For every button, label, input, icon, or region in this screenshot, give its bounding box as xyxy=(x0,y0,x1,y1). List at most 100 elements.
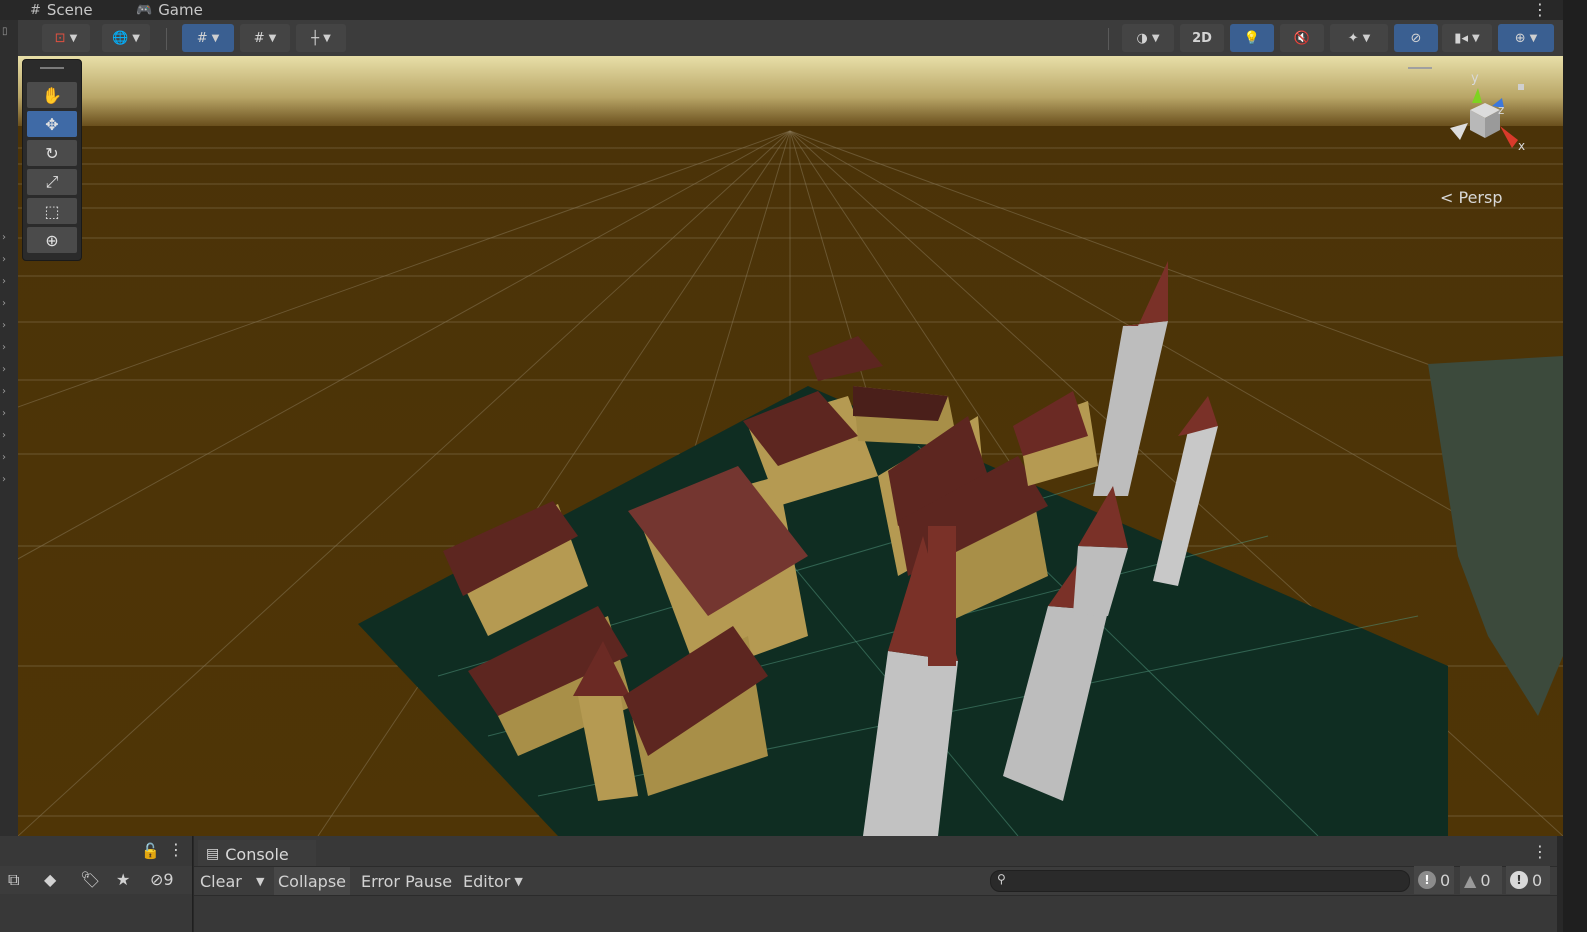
gizmos-dropdown[interactable]: ⊕ ▼ xyxy=(1498,24,1554,52)
scene-viewport[interactable] xyxy=(18,56,1563,836)
hidden-objects-toggle[interactable]: ⊘ xyxy=(1394,24,1438,52)
tab-scene[interactable]: # Scene xyxy=(30,0,93,20)
info-icon: ! xyxy=(1418,871,1436,889)
left-bottom-panel: 🔓 ⋮ ⧉ ◆ 🏷 ★ ⊘ 9 xyxy=(0,836,193,932)
tab-game[interactable]: 🎮 Game xyxy=(136,0,203,20)
expand-arrow-icon[interactable]: › xyxy=(2,320,6,331)
hand-tool-button[interactable]: ✋ xyxy=(27,82,77,108)
rect-tool-button[interactable]: ⬚ xyxy=(27,198,77,224)
toolbar-divider xyxy=(166,28,167,50)
info-count-toggle[interactable]: ! 0 xyxy=(1414,866,1454,894)
search-icon: ⚲ xyxy=(997,872,1006,886)
clear-button[interactable]: Clear xyxy=(200,867,242,895)
expand-arrow-icon[interactable]: › xyxy=(2,364,6,375)
effects-dropdown[interactable]: ✦ ▼ xyxy=(1330,24,1388,52)
chevron-down-icon: ▼ xyxy=(268,32,277,44)
expand-arrow-icon[interactable]: › xyxy=(2,474,6,485)
expand-arrow-icon[interactable]: › xyxy=(2,232,6,243)
audio-toggle[interactable]: 🔇 xyxy=(1280,24,1324,52)
hidden-objects-icon: ⊘ xyxy=(1410,30,1422,46)
lighting-bulb-icon: 💡 xyxy=(1243,30,1261,46)
camera-icon: ▮◂ xyxy=(1454,30,1468,46)
chevron-down-icon: ▼ xyxy=(256,874,265,888)
gizmo-axis-neg-z[interactable] xyxy=(1518,84,1524,90)
chevron-down-icon: ▼ xyxy=(1362,32,1371,44)
toolbar-divider xyxy=(1108,28,1109,50)
lighting-toggle[interactable]: 💡 xyxy=(1230,24,1274,52)
error-count: 0 xyxy=(1532,870,1543,890)
rect-icon: ⬚ xyxy=(44,201,60,221)
panel-tab-icon[interactable]: ▯ xyxy=(2,26,8,37)
shading-mode-dropdown[interactable]: ◑ ▼ xyxy=(1122,24,1174,52)
error-icon: ! xyxy=(1510,871,1528,889)
console-search-field[interactable]: ⚲ xyxy=(990,870,1410,892)
global-icon: 🌐 xyxy=(112,30,129,46)
grid-snap-toggle[interactable]: # ▼ xyxy=(182,24,234,52)
error-pause-label: Error Pause xyxy=(361,871,453,891)
star-icon[interactable]: ★ xyxy=(116,870,130,889)
tag-icon[interactable]: 🏷 xyxy=(80,870,100,889)
grid-hash-icon: # xyxy=(30,2,41,18)
panel-menu-kebab-icon[interactable]: ⋮ xyxy=(168,840,184,859)
gizmo-label-y: y xyxy=(1471,71,1479,86)
warning-count-toggle[interactable]: ▲ 0 xyxy=(1460,866,1502,894)
gizmo-axis-y-cone[interactable] xyxy=(1472,88,1482,103)
error-count-toggle[interactable]: ! 0 xyxy=(1506,866,1550,894)
expand-arrow-icon[interactable]: › xyxy=(2,254,6,265)
console-search-input[interactable] xyxy=(1015,871,1399,891)
tab-menu-kebab-icon[interactable]: ⋮ xyxy=(1532,0,1548,19)
expand-arrow-icon[interactable]: › xyxy=(2,452,6,463)
scene-toolbar: ⊡ ▼ 🌐 ▼ # ▼ # ▼ ┼ ▼ ◑ ▼ 2D 💡 🔇 ✦ ▼ ⊘ ▮◂ ▼ ⊕ ▼ xyxy=(18,20,1563,57)
expand-arrow-icon[interactable]: › xyxy=(2,430,6,441)
gizmos-icon: ⊕ xyxy=(1514,30,1526,46)
palette-drag-handle[interactable] xyxy=(40,67,64,69)
scene-tab-strip xyxy=(0,0,1587,20)
gamepad-icon: 🎮 xyxy=(136,2,153,18)
info-count: 0 xyxy=(1440,870,1451,890)
toggle-2d-button[interactable]: 2D xyxy=(1180,24,1224,52)
increment-snap-icon: # xyxy=(253,30,265,46)
tab-console[interactable]: ▤ Console xyxy=(198,840,316,868)
expand-arrow-icon[interactable]: › xyxy=(2,408,6,419)
collapse-toggle[interactable]: Collapse xyxy=(274,867,350,895)
chevron-down-icon: ▼ xyxy=(132,32,140,44)
projection-toggle[interactable]: < Persp xyxy=(1440,188,1503,207)
transform-tool-button[interactable]: ⊕ xyxy=(27,227,77,253)
expand-arrow-icon[interactable]: › xyxy=(2,342,6,353)
chevron-left-icon: < xyxy=(1440,188,1454,207)
increment-snap-dropdown[interactable]: # ▼ xyxy=(240,24,290,52)
orientation-gizmo[interactable]: y z x xyxy=(1430,68,1540,168)
gizmo-axis-neg-x-cone[interactable] xyxy=(1450,123,1468,140)
editor-dropdown[interactable]: Editor ▼ xyxy=(463,867,523,895)
scale-tool-button[interactable]: ⤢ xyxy=(27,169,77,195)
lock-icon[interactable]: 🔓 xyxy=(141,842,160,860)
tab-game-label: Game xyxy=(158,1,203,19)
scene-visibility-icon[interactable]: ⧉ xyxy=(8,870,19,890)
eye-slash-icon: ⊘ xyxy=(150,870,164,889)
shapes-icon[interactable]: ◆ xyxy=(44,870,56,889)
hidden-count-toggle[interactable]: ⊘ 9 xyxy=(150,870,174,889)
error-pause-toggle[interactable]: Error Pause xyxy=(361,867,452,895)
ruler-grid-icon: ┼ xyxy=(311,30,320,46)
move-tool-button[interactable]: ✥ xyxy=(27,111,77,137)
scene-render xyxy=(18,56,1563,836)
audio-mute-icon: 🔇 xyxy=(1293,30,1311,46)
expand-arrow-icon[interactable]: › xyxy=(2,298,6,309)
chevron-down-icon: ▼ xyxy=(1529,32,1538,44)
transform-icon: ⊕ xyxy=(45,230,59,250)
gizmo-axis-x-cone[interactable] xyxy=(1500,126,1518,148)
expand-arrow-icon[interactable]: › xyxy=(2,386,6,397)
camera-dropdown[interactable]: ▮◂ ▼ xyxy=(1442,24,1492,52)
gizmo-drag-handle[interactable] xyxy=(1408,67,1432,69)
console-menu-kebab-icon[interactable]: ⋮ xyxy=(1532,842,1548,861)
chevron-down-icon: ▼ xyxy=(1471,32,1480,44)
clear-options-dropdown[interactable]: ▼ xyxy=(252,867,264,895)
draw-mode-dropdown[interactable]: ⊡ ▼ xyxy=(42,24,90,52)
tab-scene-label: Scene xyxy=(46,1,93,19)
ruler-grid-dropdown[interactable]: ┼ ▼ xyxy=(296,24,346,52)
expand-arrow-icon[interactable]: › xyxy=(2,276,6,287)
chevron-down-icon: ▼ xyxy=(1151,32,1160,44)
rotate-tool-button[interactable]: ↻ xyxy=(27,140,77,166)
global-dropdown[interactable]: 🌐 ▼ xyxy=(102,24,150,52)
projection-label: Persp xyxy=(1458,188,1503,207)
